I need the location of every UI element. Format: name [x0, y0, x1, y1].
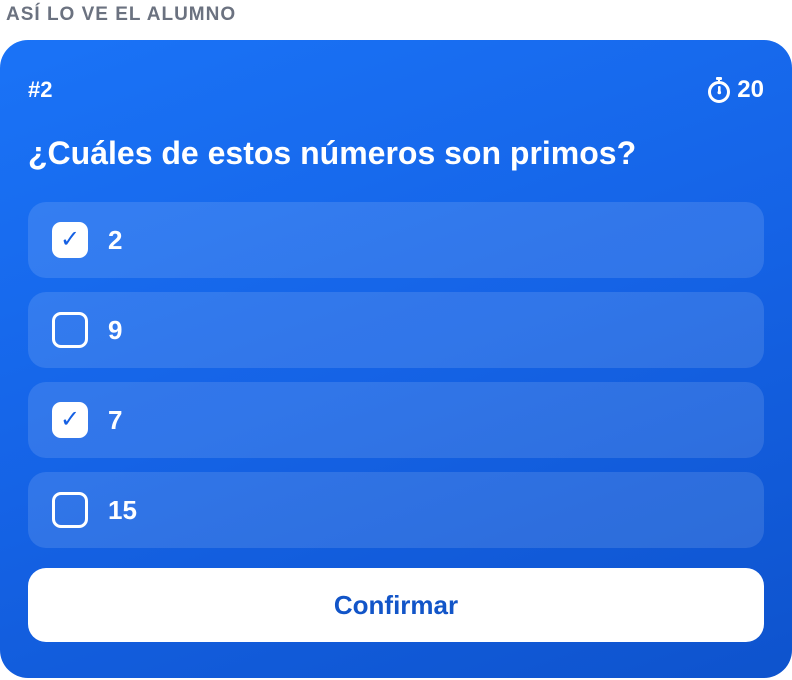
- check-icon: ✓: [59, 406, 81, 433]
- option-1[interactable]: ✓ 9: [28, 292, 764, 368]
- options-list: ✓ 2 ✓ 9 ✓ 7 ✓ 15: [28, 202, 764, 562]
- timer-value: 20: [737, 76, 764, 103]
- question-card: #2 20 ¿Cuáles de estos números son primo…: [0, 40, 792, 678]
- option-0[interactable]: ✓ 2: [28, 202, 764, 278]
- option-3[interactable]: ✓ 15: [28, 472, 764, 548]
- preview-caption: ASÍ LO VE EL ALUMNO: [6, 4, 237, 25]
- option-checkbox[interactable]: ✓: [52, 402, 88, 438]
- option-label: 2: [108, 224, 123, 255]
- question-number: #2: [28, 77, 53, 102]
- option-checkbox[interactable]: ✓: [52, 312, 88, 348]
- check-icon: ✓: [59, 226, 81, 253]
- confirm-button[interactable]: Confirmar: [28, 568, 764, 642]
- option-label: 15: [108, 494, 137, 525]
- option-label: 9: [108, 314, 123, 345]
- option-2[interactable]: ✓ 7: [28, 382, 764, 458]
- option-label: 7: [108, 404, 123, 435]
- stopwatch-icon: [707, 77, 731, 103]
- timer: 20: [707, 76, 764, 104]
- option-checkbox[interactable]: ✓: [52, 222, 88, 258]
- question-text: ¿Cuáles de estos números son primos?: [28, 135, 637, 171]
- option-checkbox[interactable]: ✓: [52, 492, 88, 528]
